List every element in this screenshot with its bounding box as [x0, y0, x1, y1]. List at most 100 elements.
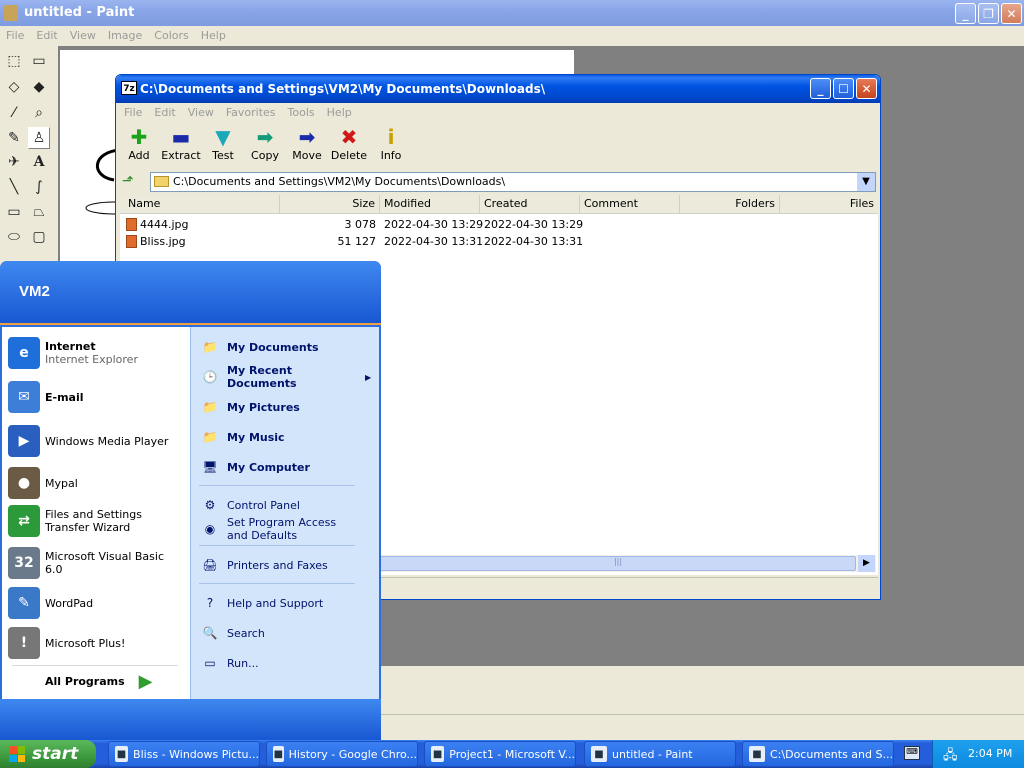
run-icon: ▭: [204, 656, 216, 670]
start-button[interactable]: start: [0, 740, 96, 768]
green-arrow-icon: ▶: [138, 670, 153, 692]
7zip-menu-file[interactable]: File: [118, 106, 148, 119]
paint-titlebar[interactable]: untitled - Paint _ ❐ ✕: [0, 0, 1024, 26]
start-item-program-access[interactable]: ◉ Set Program Access and Defaults: [199, 516, 375, 542]
polygon-icon[interactable]: ⏢: [28, 201, 50, 223]
airbrush-icon[interactable]: ✈: [3, 151, 25, 173]
start-menu-header: VM2: [0, 261, 381, 325]
magnifier-icon[interactable]: ⌕: [28, 102, 50, 124]
col-name[interactable]: Name: [120, 195, 280, 213]
start-item-my-pictures[interactable]: 📁 My Pictures: [199, 395, 375, 419]
start-item-internet-explorer[interactable]: e Internet Internet Explorer: [8, 335, 184, 371]
paint-menu-colors[interactable]: Colors: [148, 29, 194, 42]
rect-select-icon[interactable]: ▭: [28, 50, 50, 72]
7zip-close-button[interactable]: ✕: [856, 78, 877, 99]
start-item-my-computer[interactable]: 🖥 My Computer: [199, 455, 375, 479]
7zip-menu-tools[interactable]: Tools: [282, 106, 321, 119]
col-files[interactable]: Files: [780, 195, 878, 213]
taskbar-button[interactable]: ■ untitled - Paint: [584, 741, 736, 767]
ellipse-icon[interactable]: ⬭: [3, 226, 25, 248]
start-item-transfer-wizard[interactable]: ⇄ Files and Settings Transfer Wizard: [8, 503, 184, 539]
line-icon[interactable]: ╲: [3, 176, 25, 198]
text-icon[interactable]: A: [28, 151, 50, 173]
brush-icon[interactable]: ♙: [28, 127, 50, 149]
7zip-extract-button[interactable]: ▬ Extract: [160, 125, 202, 167]
start-item-mypal[interactable]: ● Mypal: [8, 465, 184, 501]
pencil-icon[interactable]: ✎: [3, 127, 25, 149]
taskbar-button-label: C:\Documents and S...: [770, 747, 893, 761]
7zip-menu-view[interactable]: View: [182, 106, 220, 119]
rectangle-icon[interactable]: ▭: [3, 201, 25, 223]
paint-close-button[interactable]: ✕: [1001, 3, 1022, 24]
start-item-control-panel[interactable]: ⚙ Control Panel: [199, 493, 375, 517]
7zip-menu-help[interactable]: Help: [321, 106, 358, 119]
eraser-icon[interactable]: ◇: [3, 76, 25, 98]
start-item-wordpad[interactable]: ✎ WordPad: [8, 585, 184, 621]
start-item-title: My Music: [227, 430, 285, 444]
taskbar-button[interactable]: ■ Project1 - Microsoft V...: [424, 741, 576, 767]
col-modified[interactable]: Modified: [380, 195, 480, 213]
start-item-visual-basic[interactable]: 32 Microsoft Visual Basic 6.0: [8, 545, 184, 581]
7zip-menu-favorites[interactable]: Favorites: [220, 106, 282, 119]
curve-icon[interactable]: ∫: [28, 176, 50, 198]
start-item-my-documents[interactable]: 📁 My Documents: [199, 335, 375, 359]
check-icon: ▼: [215, 125, 231, 149]
start-item-media-player[interactable]: ▶ Windows Media Player: [8, 423, 184, 459]
paint-menu-image[interactable]: Image: [102, 29, 148, 42]
start-item-run[interactable]: ▭ Run...: [199, 651, 375, 675]
7zip-hscrollbar[interactable]: ||| ▶: [380, 555, 876, 572]
table-row[interactable]: 4444.jpg 3 078 2022-04-30 13:29 2022-04-30 …: [120, 216, 878, 233]
start-item-search[interactable]: 🔍 Search: [199, 621, 375, 645]
rounded-rect-icon[interactable]: ▢: [28, 226, 50, 248]
paint-menu-file[interactable]: File: [0, 29, 30, 42]
all-programs-button[interactable]: All Programs ▶: [45, 669, 153, 693]
7zip-menu-edit[interactable]: Edit: [148, 106, 181, 119]
color-picker-icon[interactable]: ⁄: [3, 102, 25, 124]
7zip-delete-button[interactable]: ✖ Delete: [328, 125, 370, 167]
address-field[interactable]: C:\Documents and Settings\VM2\My Documen…: [150, 172, 876, 192]
7zip-move-button[interactable]: ➡ Move: [286, 125, 328, 167]
start-item-help[interactable]: ? Help and Support: [199, 591, 375, 615]
paint-menu-help[interactable]: Help: [195, 29, 232, 42]
paint-menu-view[interactable]: View: [64, 29, 102, 42]
taskbar-button[interactable]: ■ Bliss - Windows Pictu...: [108, 741, 260, 767]
start-item-email[interactable]: ✉ E-mail: [8, 379, 184, 415]
7zip-info-button[interactable]: i Info: [370, 125, 412, 167]
start-item-my-music[interactable]: 📁 My Music: [199, 425, 375, 449]
paint-menu-edit[interactable]: Edit: [30, 29, 63, 42]
start-item-microsoft-plus[interactable]: ! Microsoft Plus!: [8, 625, 184, 661]
start-item-title: Microsoft Plus!: [45, 636, 126, 650]
paint-maximize-button[interactable]: ❐: [978, 3, 999, 24]
scroll-right-icon[interactable]: ▶: [858, 555, 875, 572]
transfer-wizard-icon: ⇄: [8, 505, 40, 537]
network-tray-icon[interactable]: 🖧: [943, 746, 958, 768]
start-item-title: Mypal: [45, 476, 78, 490]
start-item-recent-documents[interactable]: 🕒 My Recent Documents ▶: [199, 364, 375, 390]
start-item-title: Internet: [45, 340, 96, 353]
fill-icon[interactable]: ◆: [28, 76, 50, 98]
help-icon: ?: [206, 596, 214, 610]
7zip-title: C:\Documents and Settings\VM2\My Documen…: [140, 82, 546, 96]
7zip-maximize-button[interactable]: ☐: [833, 78, 854, 99]
col-folders[interactable]: Folders: [680, 195, 780, 213]
7zip-copy-button[interactable]: ➡ Copy: [244, 125, 286, 167]
taskbar-button[interactable]: ■ History - Google Chro...: [266, 741, 418, 767]
7zip-titlebar[interactable]: 7z C:\Documents and Settings\VM2\My Docu…: [116, 75, 880, 103]
paint-minimize-button[interactable]: _: [955, 3, 976, 24]
start-item-title: Microsoft Visual Basic 6.0: [45, 550, 165, 576]
keyboard-tray-icon[interactable]: ⌨: [904, 746, 920, 760]
up-folder-icon[interactable]: ⬏: [122, 173, 134, 189]
address-dropdown-icon[interactable]: ▼: [857, 173, 875, 191]
table-row[interactable]: Bliss.jpg 51 127 2022-04-30 13:31 2022-04-3…: [120, 233, 878, 250]
7zip-test-button[interactable]: ▼ Test: [202, 125, 244, 167]
free-select-icon[interactable]: ⬚: [3, 50, 25, 72]
col-created[interactable]: Created: [480, 195, 580, 213]
start-item-title: Control Panel: [227, 498, 300, 512]
start-item-printer[interactable]: 🖨 Printers and Faxes: [199, 553, 375, 577]
col-comment[interactable]: Comment: [580, 195, 680, 213]
hscroll-thumb[interactable]: |||: [380, 556, 856, 571]
col-size[interactable]: Size: [280, 195, 380, 213]
7zip-add-button[interactable]: ✚ Add: [118, 125, 160, 167]
taskbar-button[interactable]: ■ C:\Documents and S...: [742, 741, 894, 767]
7zip-minimize-button[interactable]: _: [810, 78, 831, 99]
